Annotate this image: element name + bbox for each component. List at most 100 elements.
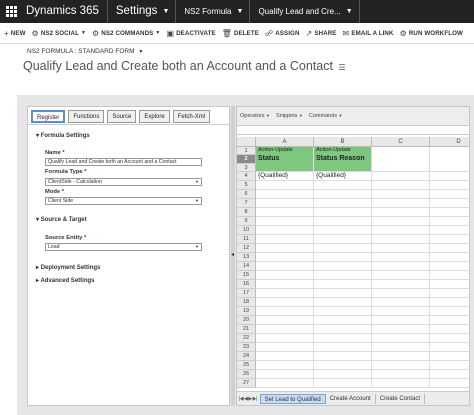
collapse-left-icon[interactable]: ◂ (231, 251, 234, 258)
cell-c10[interactable] (372, 226, 430, 235)
row-header-19[interactable]: 19 (237, 307, 256, 316)
cell-d5[interactable] (430, 181, 469, 190)
cell-d7[interactable] (430, 199, 469, 208)
cell-c12[interactable] (372, 244, 430, 253)
cell-c9[interactable] (372, 217, 430, 226)
ns2-commands-button[interactable]: ⚙ NS2 COMMANDS ▼ (92, 29, 160, 38)
cell-d10[interactable] (430, 226, 469, 235)
cell-c21[interactable] (372, 325, 430, 334)
cell-a24[interactable] (256, 352, 314, 361)
cell-a4[interactable]: {Qualified} (256, 172, 314, 181)
row-header-10[interactable]: 10 (237, 226, 256, 235)
cell-b11[interactable] (314, 235, 372, 244)
cell-a23[interactable] (256, 343, 314, 352)
cell-a11[interactable] (256, 235, 314, 244)
cell-b4[interactable]: {Qualified} (314, 172, 372, 181)
cell-d21[interactable] (430, 325, 469, 334)
assign-button[interactable]: ☍ ASSIGN (265, 29, 300, 38)
row-header-24[interactable]: 24 (237, 352, 256, 361)
cell-a14[interactable] (256, 262, 314, 271)
cell-b15[interactable] (314, 271, 372, 280)
cell-d23[interactable] (430, 343, 469, 352)
cell-b18[interactable] (314, 298, 372, 307)
row-header-22[interactable]: 22 (237, 334, 256, 343)
cell-c1[interactable] (372, 147, 430, 172)
cell-b9[interactable] (314, 217, 372, 226)
column-header-a[interactable]: A (256, 137, 314, 147)
cell-d22[interactable] (430, 334, 469, 343)
tab-explore[interactable]: Explore (139, 110, 170, 123)
cell-a25[interactable] (256, 361, 314, 370)
cell-c27[interactable] (372, 379, 430, 388)
row-header-27[interactable]: 27 (237, 379, 256, 388)
cell-b7[interactable] (314, 199, 372, 208)
row-header-12[interactable]: 12 (237, 244, 256, 253)
breadcrumb-ns2-formula[interactable]: NS2 Formula ▼ (176, 0, 251, 23)
cell-d11[interactable] (430, 235, 469, 244)
cell-b27[interactable] (314, 379, 372, 388)
cell-c13[interactable] (372, 253, 430, 262)
new-button[interactable]: + NEW (4, 29, 26, 38)
brand-title[interactable]: Dynamics 365 (22, 0, 108, 23)
section-advanced-settings[interactable]: ▸ Advanced Settings (36, 277, 94, 284)
row-header-11[interactable]: 11 (237, 235, 256, 244)
commands-menu[interactable]: Commands ▼ (309, 113, 343, 119)
cell-a15[interactable] (256, 271, 314, 280)
sheet-tab-set-lead-qualified[interactable]: Set Lead to Qualified (259, 393, 326, 404)
cell-b25[interactable] (314, 361, 372, 370)
cell-c16[interactable] (372, 280, 430, 289)
cell-b19[interactable] (314, 307, 372, 316)
row-header-16[interactable]: 16 (237, 280, 256, 289)
cell-d1[interactable] (430, 147, 469, 172)
cell-c6[interactable] (372, 190, 430, 199)
cell-b26[interactable] (314, 370, 372, 379)
cell-d8[interactable] (430, 208, 469, 217)
cell-a1-status[interactable]: Action-Update Status (256, 147, 314, 172)
cell-c25[interactable] (372, 361, 430, 370)
cell-b13[interactable] (314, 253, 372, 262)
cell-a21[interactable] (256, 325, 314, 334)
mode-select[interactable]: Client Side ▼ (45, 197, 202, 205)
cell-b17[interactable] (314, 289, 372, 298)
formula-bar[interactable] (237, 125, 469, 135)
cell-a27[interactable] (256, 379, 314, 388)
tab-fetch-xml[interactable]: Fetch-Xml (172, 110, 211, 123)
cell-c22[interactable] (372, 334, 430, 343)
snippets-menu[interactable]: Snippets ▼ (276, 113, 303, 119)
list-icon[interactable]: ☰ (338, 63, 345, 72)
cell-b21[interactable] (314, 325, 372, 334)
cell-c14[interactable] (372, 262, 430, 271)
cell-b12[interactable] (314, 244, 372, 253)
cell-d25[interactable] (430, 361, 469, 370)
tab-source[interactable]: Source (107, 110, 137, 123)
cell-a16[interactable] (256, 280, 314, 289)
email-link-button[interactable]: ✉ EMAIL A LINK (343, 29, 394, 38)
delete-button[interactable]: 🗑 DELETE (222, 29, 259, 38)
cell-d15[interactable] (430, 271, 469, 280)
column-header-b[interactable]: B (314, 137, 372, 147)
cell-c20[interactable] (372, 316, 430, 325)
row-header-8[interactable]: 8 (237, 208, 256, 217)
row-header-14[interactable]: 14 (237, 262, 256, 271)
cell-c8[interactable] (372, 208, 430, 217)
cell-d19[interactable] (430, 307, 469, 316)
row-header-25[interactable]: 25 (237, 361, 256, 370)
cell-b24[interactable] (314, 352, 372, 361)
select-all-corner[interactable] (237, 137, 256, 147)
row-header-17[interactable]: 17 (237, 289, 256, 298)
cell-d24[interactable] (430, 352, 469, 361)
cell-b23[interactable] (314, 343, 372, 352)
row-header-4[interactable]: 4 (237, 172, 256, 181)
tab-register[interactable]: Register (31, 110, 66, 123)
row-header-6[interactable]: 6 (237, 190, 256, 199)
cell-a10[interactable] (256, 226, 314, 235)
ns2-social-button[interactable]: ⚙ NS2 SOCIAL ▼ (32, 29, 86, 38)
cell-c24[interactable] (372, 352, 430, 361)
cell-a8[interactable] (256, 208, 314, 217)
cell-c19[interactable] (372, 307, 430, 316)
cell-c7[interactable] (372, 199, 430, 208)
row-header-18[interactable]: 18 (237, 298, 256, 307)
row-header-23[interactable]: 23 (237, 343, 256, 352)
cell-b16[interactable] (314, 280, 372, 289)
row-header-26[interactable]: 26 (237, 370, 256, 379)
